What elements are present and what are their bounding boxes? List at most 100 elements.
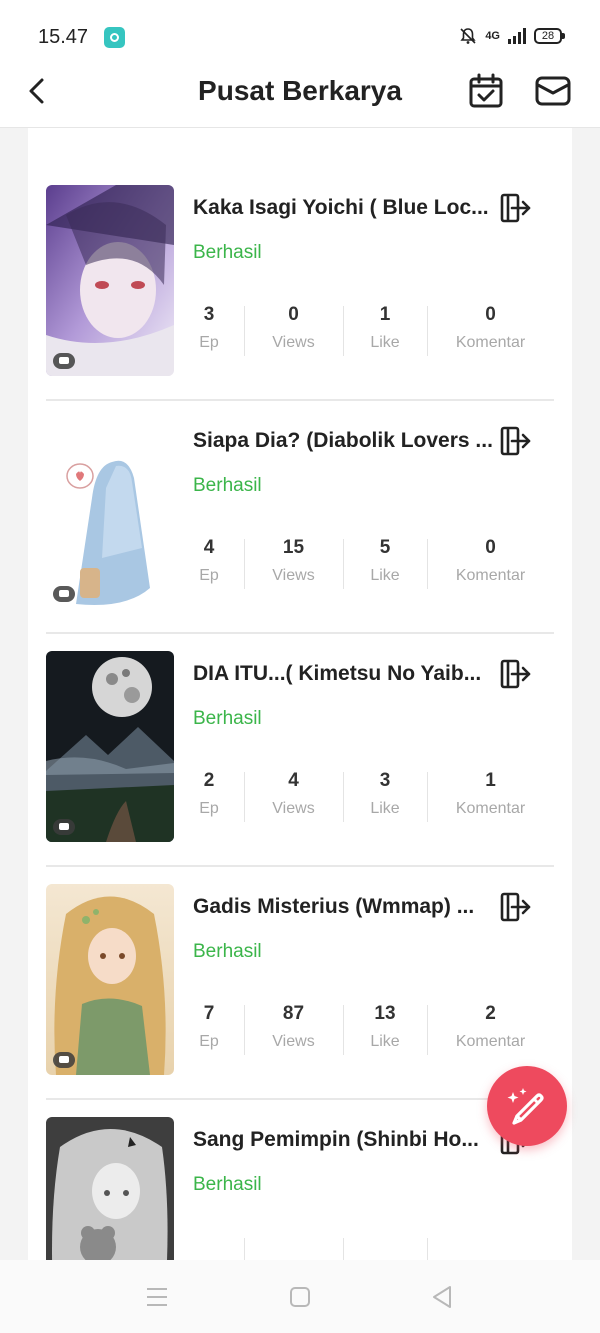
cover-image[interactable] <box>46 185 174 376</box>
stat-ep: 7 Ep <box>174 1001 244 1057</box>
stat-label: Views <box>272 334 315 351</box>
work-stats: 7 Ep 87 Views 13 Like 2 Komentar <box>174 1001 554 1057</box>
stat-ep: 4 Ep <box>174 535 244 591</box>
stat-komentar <box>427 1234 554 1260</box>
cover-image[interactable] <box>46 1117 174 1260</box>
stat-value: 0 <box>485 304 496 325</box>
stat-like: 13 Like <box>343 1001 427 1057</box>
work-stats: 4 Ep 15 Views 5 Like 0 Komentar <box>174 535 554 591</box>
mail-icon[interactable] <box>534 75 572 107</box>
stat-label: Like <box>370 1033 400 1050</box>
status-badge: Berhasil <box>193 941 262 962</box>
work-title[interactable]: DIA ITU...( Kimetsu No Yaib... <box>193 662 501 686</box>
stat-value: 3 <box>203 304 215 325</box>
status-badge: Berhasil <box>193 242 262 263</box>
status-badge: Berhasil <box>193 1174 262 1195</box>
stat-label: Ep <box>199 1033 219 1050</box>
cover-illustration-elf-girl <box>46 884 174 1075</box>
chat-badge-icon <box>53 819 75 835</box>
stat-label: Komentar <box>455 1033 526 1050</box>
stat-value: 0 <box>485 537 496 558</box>
stat-views: 0 Views <box>244 302 343 358</box>
page-title: Pusat Berkarya <box>198 75 402 106</box>
stat-label: Ep <box>199 334 219 351</box>
work-title[interactable]: Kaka Isagi Yoichi ( Blue Loc... <box>193 196 501 220</box>
work-card[interactable]: Kaka Isagi Yoichi ( Blue Loc... Berhasil… <box>46 168 554 401</box>
create-work-button[interactable] <box>487 1066 567 1146</box>
cover-image[interactable] <box>46 418 174 609</box>
stat-value: 2 <box>203 770 215 791</box>
network-type: 4G <box>485 29 500 42</box>
stat-label: Ep <box>199 567 219 584</box>
cover-image[interactable] <box>46 884 174 1075</box>
stat-value: 4 <box>288 770 299 791</box>
stat-ep: 2 Ep <box>174 768 244 824</box>
work-card[interactable]: DIA ITU...( Kimetsu No Yaib... Berhasil … <box>46 634 554 867</box>
stat-komentar: 0 Komentar <box>427 302 554 358</box>
back-triangle-icon[interactable] <box>430 1284 456 1310</box>
stat-value: 1 <box>485 770 496 791</box>
battery-level: 28 <box>541 30 555 42</box>
stat-label: Ep <box>199 800 219 817</box>
stat-label: Like <box>370 334 400 351</box>
cover-illustration-silver-hair-girl <box>46 1117 174 1260</box>
cover-illustration-moon-landscape <box>46 651 174 842</box>
work-card[interactable]: Siapa Dia? (Diabolik Lovers ... Berhasil… <box>46 401 554 634</box>
status-icons: 4G 28 <box>459 27 565 45</box>
work-title[interactable]: Gadis Misterius (Wmmap) ... <box>193 895 501 919</box>
work-title[interactable]: Siapa Dia? (Diabolik Lovers ... <box>193 429 501 453</box>
stat-label: Komentar <box>455 800 526 817</box>
stat-label: Komentar <box>455 567 526 584</box>
work-card[interactable]: Gadis Misterius (Wmmap) ... Berhasil 7 Ep… <box>46 867 554 1100</box>
work-stats: 3 Ep 0 Views 1 Like 0 Komentar <box>174 302 554 358</box>
work-card[interactable]: Sang Pemimpin (Shinbi Ho... Berhasil <box>46 1100 554 1260</box>
stat-label: Views <box>272 1033 315 1050</box>
status-bar: 15.47 4G 28 <box>0 0 600 66</box>
works-list: Kaka Isagi Yoichi ( Blue Loc... Berhasil… <box>46 168 554 1260</box>
stat-value: 0 <box>288 304 299 325</box>
export-icon[interactable] <box>499 192 533 224</box>
cover-illustration-hijab-girl <box>46 418 174 609</box>
calendar-check-icon[interactable] <box>468 73 504 109</box>
status-badge: Berhasil <box>193 475 262 496</box>
cover-illustration-anime-boy <box>46 185 174 376</box>
chat-badge-icon <box>53 353 75 369</box>
stat-label: Views <box>272 800 315 817</box>
stat-views: 87 Views <box>244 1001 343 1057</box>
export-icon[interactable] <box>499 658 533 690</box>
app-bar: Pusat Berkarya <box>0 66 600 128</box>
stat-value: 3 <box>379 770 391 791</box>
stat-views <box>244 1234 343 1260</box>
home-square-icon[interactable] <box>287 1284 313 1310</box>
chat-badge-icon <box>53 586 75 602</box>
stat-label: Views <box>272 567 315 584</box>
stat-like: 5 Like <box>343 535 427 591</box>
stat-label: Like <box>370 567 400 584</box>
stat-label: Like <box>370 800 400 817</box>
stat-value: 13 <box>374 1003 396 1024</box>
stat-views: 4 Views <box>244 768 343 824</box>
stat-like: 1 Like <box>343 302 427 358</box>
chat-badge-icon <box>53 1052 75 1068</box>
battery-icon: 28 <box>534 28 565 44</box>
work-title[interactable]: Sang Pemimpin (Shinbi Ho... <box>193 1128 501 1152</box>
stat-value: 4 <box>203 537 215 558</box>
system-nav-bar <box>0 1260 600 1333</box>
stat-komentar: 1 Komentar <box>427 768 554 824</box>
stat-value: 7 <box>203 1003 215 1024</box>
stat-label: Komentar <box>455 334 526 351</box>
menu-icon[interactable] <box>144 1284 170 1310</box>
stat-like <box>343 1234 427 1260</box>
stat-value: 15 <box>282 537 305 558</box>
app-notification-icon <box>104 27 125 48</box>
pencil-sparkle-icon <box>507 1088 544 1125</box>
status-badge: Berhasil <box>193 708 262 729</box>
signal-icon <box>508 28 526 44</box>
stat-value: 2 <box>485 1003 496 1024</box>
stat-komentar: 0 Komentar <box>427 535 554 591</box>
bell-muted-icon <box>460 28 476 44</box>
export-icon[interactable] <box>499 425 533 457</box>
status-time: 15.47 <box>38 26 89 48</box>
cover-image[interactable] <box>46 651 174 842</box>
export-icon[interactable] <box>499 891 533 923</box>
